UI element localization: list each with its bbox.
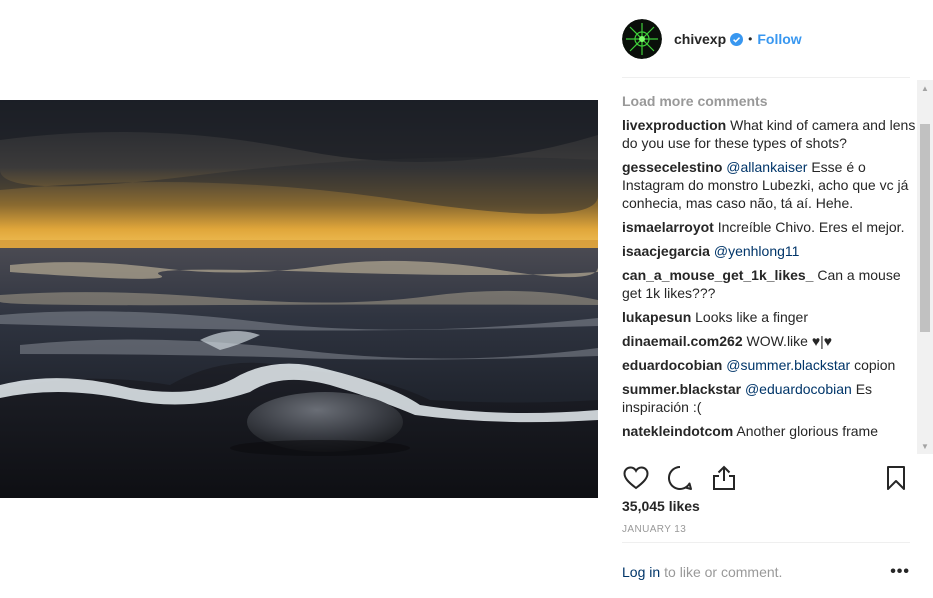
comment-item: natekleindotcom Another glorious frame (622, 422, 918, 440)
more-options-button[interactable]: ••• (890, 563, 910, 581)
comment-icon[interactable] (666, 464, 694, 492)
login-prompt-text: to like or comment. (664, 564, 783, 580)
comment-text: Looks like a finger (695, 309, 808, 325)
scroll-up-arrow-icon[interactable]: ▲ (917, 80, 933, 96)
username[interactable]: chivexp (674, 31, 726, 47)
comment-mention[interactable]: @yenhlong11 (714, 243, 800, 259)
post-image[interactable] (0, 100, 598, 498)
comment-item: isaacjegarcia @yenhlong11 (622, 242, 918, 260)
share-icon[interactable] (710, 464, 738, 492)
comment-item: can_a_mouse_get_1k_likes_ Can a mouse ge… (622, 266, 918, 302)
comment-item: livexproduction What kind of camera and … (622, 116, 918, 152)
likes-count[interactable]: 35,045 likes (622, 498, 700, 514)
comment-username[interactable]: can_a_mouse_get_1k_likes_ (622, 267, 813, 283)
post-side-panel: chivexp • Follow Load more comments live… (606, 0, 933, 598)
divider (622, 77, 910, 78)
post-actions (622, 462, 910, 494)
login-prompt: Log in to like or comment. ••• (622, 562, 910, 582)
comment-username[interactable]: summer.blackstar (622, 381, 741, 397)
follow-button[interactable]: Follow (757, 31, 801, 47)
heart-icon[interactable] (622, 464, 650, 492)
verified-badge-icon (730, 32, 744, 46)
login-link[interactable]: Log in (622, 564, 660, 580)
comment-username[interactable]: lukapesun (622, 309, 691, 325)
load-more-comments-button[interactable]: Load more comments (622, 90, 918, 112)
comment-item: summer.blackstar @eduardocobian Es inspi… (622, 380, 918, 416)
comment-mention[interactable]: @summer.blackstar (726, 357, 850, 373)
scroll-down-arrow-icon[interactable]: ▼ (917, 438, 933, 454)
comment-username[interactable]: gessecelestino (622, 159, 722, 175)
comment-username[interactable]: dinaemail.com262 (622, 333, 743, 349)
avatar[interactable] (622, 19, 662, 59)
comments-list[interactable]: Load more comments livexproduction What … (622, 90, 918, 454)
bookmark-icon[interactable] (882, 464, 910, 492)
comment-username[interactable]: ismaelarroyot (622, 219, 714, 235)
comment-text: copion (854, 357, 896, 373)
comment-item: eduardocobian @summer.blackstar copion (622, 356, 918, 374)
comment-text: Another glorious frame (736, 423, 879, 439)
comment-username[interactable]: livexproduction (622, 117, 726, 133)
comment-username[interactable]: eduardocobian (622, 357, 722, 373)
comment-username[interactable]: isaacjegarcia (622, 243, 710, 259)
comment-item: gessecelestino @allankaiser Esse é o Ins… (622, 158, 918, 212)
comment-text: Increíble Chivo. Eres el mejor. (717, 219, 905, 235)
comment-text: WOW.like ♥|♥ (746, 333, 833, 349)
comment-mention[interactable]: @allankaiser (726, 159, 807, 175)
comments-scrollbar[interactable]: ▲ ▼ (917, 80, 933, 454)
divider (622, 542, 910, 543)
comment-item: dinaemail.com262 WOW.like ♥|♥ (622, 332, 918, 350)
comment-item: ismaelarroyot Increíble Chivo. Eres el m… (622, 218, 918, 236)
post-header: chivexp • Follow (622, 18, 910, 60)
separator-dot: • (748, 32, 753, 46)
comment-username[interactable]: natekleindotcom (622, 423, 733, 439)
comment-mention[interactable]: @eduardocobian (745, 381, 852, 397)
scrollbar-thumb[interactable] (920, 124, 930, 332)
post-date[interactable]: JANUARY 13 (622, 524, 686, 535)
comment-item: lukapesun Looks like a finger (622, 308, 918, 326)
